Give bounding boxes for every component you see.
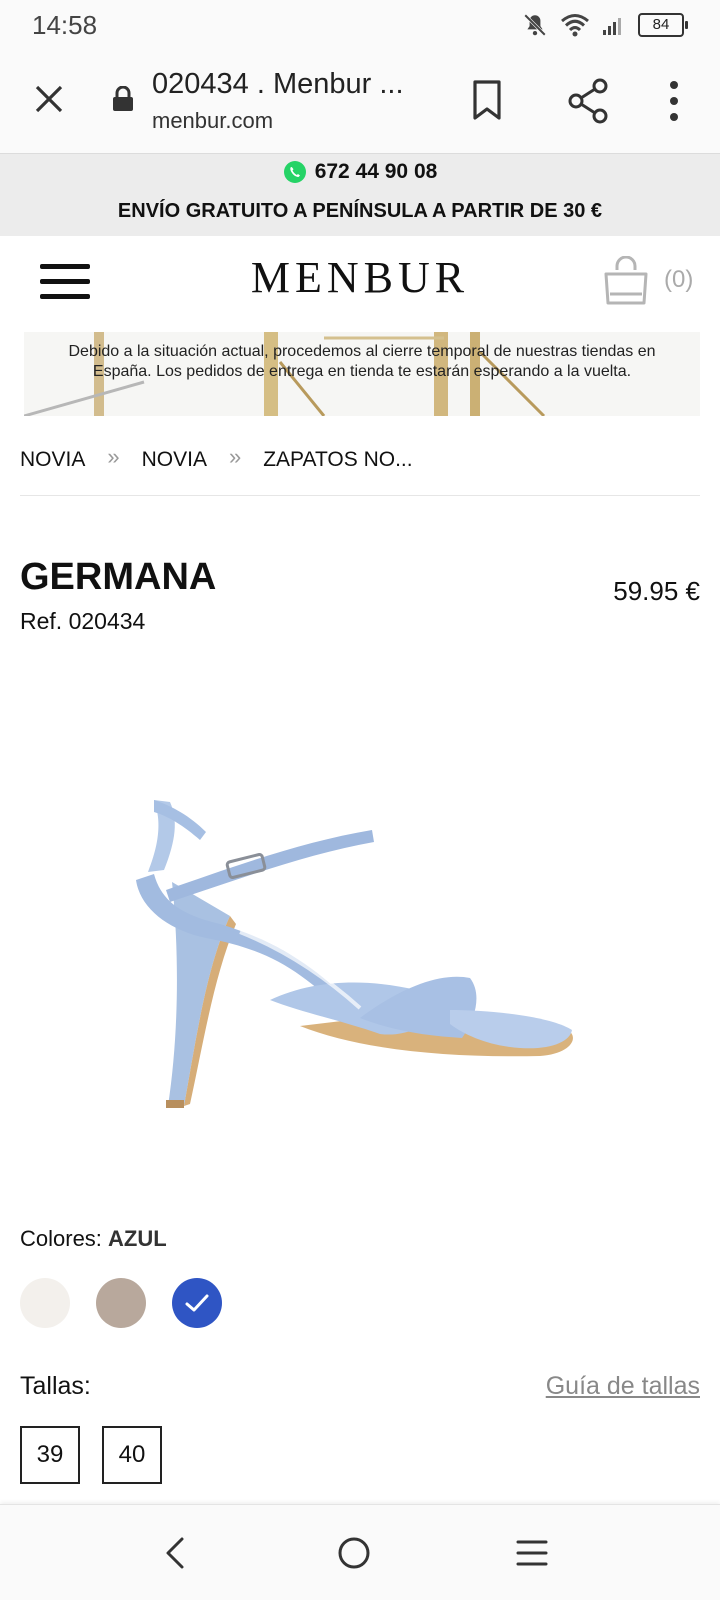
colors-label: Colores: AZUL xyxy=(20,1226,167,1252)
swatch-azul[interactable] xyxy=(172,1278,222,1328)
bookmark-button[interactable] xyxy=(466,78,510,122)
swatch-ivory[interactable] xyxy=(20,1278,70,1328)
site-header: MENBUR (0) xyxy=(0,236,720,324)
signal-icon xyxy=(603,18,621,35)
cart-count[interactable]: (0) xyxy=(664,266,693,294)
promo-band: 672 44 90 08 ENVÍO GRATUITO A PENÍNSULA … xyxy=(0,154,720,236)
sizes-label: Tallas: xyxy=(20,1372,91,1400)
battery-icon: 84 xyxy=(638,13,688,37)
wifi-icon xyxy=(561,14,589,37)
breadcrumb-separator: » xyxy=(107,444,120,469)
breadcrumb: NOVIA » NOVIA » ZAPATOS NO... xyxy=(20,440,700,496)
notifications-off-icon xyxy=(524,14,546,36)
close-tab-button[interactable] xyxy=(26,76,72,122)
shipping-message: ENVÍO GRATUITO A PENÍNSULA A PARTIR DE 3… xyxy=(117,200,603,222)
status-time: 14:58 xyxy=(32,10,98,40)
close-icon xyxy=(35,85,63,113)
share-button[interactable] xyxy=(566,78,612,124)
phone-contact[interactable]: 672 44 90 08 xyxy=(0,160,720,184)
product-name: GERMANA xyxy=(20,556,217,598)
size-option-40[interactable]: 40 xyxy=(102,1426,162,1484)
browser-toolbar: 020434 . Menbur ... menbur.com xyxy=(0,50,720,154)
system-nav-bar xyxy=(0,1504,720,1600)
notice-text: Debido a la situación actual, procedemos… xyxy=(68,343,656,380)
whatsapp-icon xyxy=(283,161,306,184)
url-text[interactable]: menbur.com xyxy=(152,108,273,134)
breadcrumb-item-zapatos[interactable]: ZAPATOS NO... xyxy=(263,440,412,472)
breadcrumb-item-novia-sub[interactable]: NOVIA xyxy=(142,440,207,472)
selected-color-name: AZUL xyxy=(108,1226,167,1251)
recents-icon[interactable] xyxy=(510,1531,554,1575)
colors-label-text: Colores: xyxy=(20,1226,102,1251)
more-vert-icon xyxy=(670,81,678,121)
size-options: 39 40 xyxy=(20,1426,162,1484)
lock-icon xyxy=(113,86,133,111)
product-ref: Ref. 020434 xyxy=(20,608,146,634)
notice-banner[interactable]: Debido a la situación actual, procedemos… xyxy=(24,332,700,416)
back-icon[interactable] xyxy=(154,1531,198,1575)
shopping-bag-icon xyxy=(604,255,648,305)
breadcrumb-item-novia[interactable]: NOVIA xyxy=(20,440,85,472)
battery-level: 84 xyxy=(652,16,670,33)
home-icon[interactable] xyxy=(332,1531,376,1575)
bookmark-icon xyxy=(473,80,501,120)
size-option-39[interactable]: 39 xyxy=(20,1426,80,1484)
size-guide-link[interactable]: Guía de tallas xyxy=(546,1372,700,1401)
product-image[interactable] xyxy=(110,720,630,1140)
cart-button[interactable] xyxy=(602,255,650,306)
product-price: 59.95 € xyxy=(613,576,700,606)
breadcrumb-separator: » xyxy=(228,444,242,469)
more-options-button[interactable] xyxy=(654,78,694,124)
color-swatches xyxy=(20,1278,222,1328)
page-title[interactable]: 020434 . Menbur ... xyxy=(152,68,404,101)
status-bar: 14:58 84 xyxy=(0,0,720,50)
check-icon xyxy=(185,1294,209,1312)
swatch-taupe[interactable] xyxy=(96,1278,146,1328)
phone-number[interactable]: 672 44 90 08 xyxy=(315,160,438,183)
status-icons: 84 xyxy=(522,8,688,42)
share-icon xyxy=(568,78,608,124)
